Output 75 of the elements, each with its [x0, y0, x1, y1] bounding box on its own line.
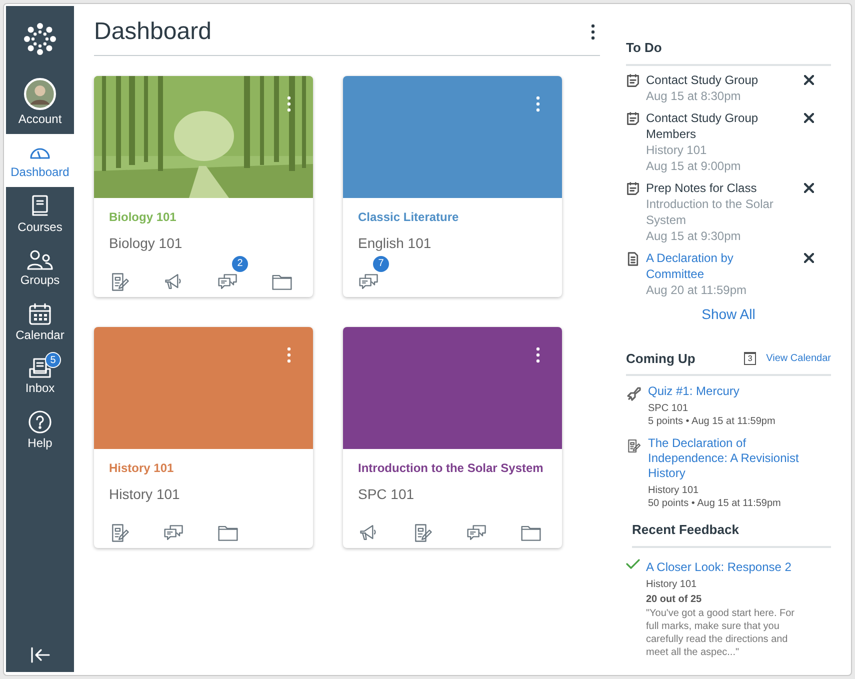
help-icon — [28, 410, 52, 434]
course-card[interactable]: Classic Literature English 101 7 — [343, 76, 562, 297]
due-date: Aug 15 at 8:30pm — [646, 88, 742, 104]
upcoming-link[interactable]: The Declaration of Independence: A Revisionist History — [648, 436, 800, 481]
due-details: 50 points • Aug 15 at 11:59pm — [648, 497, 782, 510]
feedback-comment: "You've got a good start here. For full marks, make sure that you carefully read the directions and meet all the aspec..." — [646, 606, 796, 658]
due-date: Aug 15 at 9:00pm — [646, 158, 742, 174]
nav-item[interactable]: Inbox 5 — [6, 350, 74, 403]
todo-title: Prep Notes for Class — [646, 180, 758, 196]
kebab-icon — [536, 96, 540, 112]
kebab-icon — [590, 23, 596, 42]
course-title[interactable]: History 101 — [109, 458, 174, 477]
nav-item[interactable]: Calendar — [6, 295, 74, 350]
due-date: Aug 20 at 11:59pm — [646, 282, 748, 298]
course-name: History 101 — [646, 142, 708, 158]
view-calendar-link[interactable]: 3 View Calendar — [744, 350, 831, 366]
assignment-icon[interactable] — [109, 270, 131, 293]
note-icon — [626, 182, 640, 196]
course-title[interactable]: Classic Literature — [358, 208, 459, 226]
book-icon — [29, 194, 51, 218]
todo-title: Contact Study Group Members — [646, 110, 760, 142]
page-title: Dashboard — [94, 18, 212, 47]
course-card[interactable]: Introduction to the Solar System SPC 101 — [343, 326, 562, 548]
nav-item[interactable]: Courses — [6, 187, 74, 242]
kebab-icon — [287, 346, 291, 363]
checkmark-icon — [626, 558, 640, 570]
due-date: Aug 15 at 9:30pm — [646, 228, 742, 244]
course-card[interactable]: History 101 History 101 — [94, 326, 313, 548]
course-name: History 101 — [648, 484, 700, 497]
avatar-icon — [24, 78, 56, 110]
logo-icon — [22, 21, 58, 57]
score: 20 out of 25 — [646, 592, 703, 606]
kebab-icon — [287, 96, 291, 112]
note-icon — [626, 74, 640, 88]
assignment-icon[interactable] — [109, 522, 131, 544]
close-icon — [804, 182, 814, 193]
assignment-icon — [626, 438, 642, 454]
calendar-date-icon: 3 — [744, 352, 756, 365]
rocket-icon — [626, 386, 642, 402]
nav-item[interactable]: Dashboard — [6, 134, 74, 187]
course-card[interactable]: Biology 101 Biology 101 2 — [94, 76, 313, 297]
course-code: History 101 — [109, 484, 181, 504]
upcoming-link[interactable]: Quiz #1: Mercury — [648, 384, 800, 399]
course-title[interactable]: Introduction to the Solar System — [358, 458, 544, 477]
people-icon — [26, 249, 54, 271]
course-code: English 101 — [358, 234, 432, 253]
nav-item[interactable]: Account — [6, 71, 74, 134]
close-icon — [804, 112, 814, 123]
course-name: History 101 — [646, 578, 698, 590]
show-all-link[interactable]: Show All — [626, 304, 831, 324]
count-badge: 2 — [232, 256, 248, 272]
kebab-icon — [536, 346, 540, 363]
nav-item[interactable]: Help — [6, 403, 74, 458]
assignment-icon[interactable] — [412, 522, 434, 544]
todo-title: Contact Study Group — [646, 72, 760, 88]
due-details: 5 points • Aug 15 at 11:59pm — [648, 415, 776, 428]
section-heading: Coming Up — [626, 350, 696, 368]
calendar-icon — [28, 302, 52, 326]
todo-link[interactable]: A Declaration by Committee — [646, 250, 786, 282]
close-icon — [804, 74, 814, 85]
inbox-icon — [28, 357, 52, 379]
course-code: SPC 101 — [358, 484, 416, 504]
course-name: Introduction to the Solar System — [646, 196, 774, 228]
nav-item[interactable]: Groups — [6, 242, 74, 295]
course-name: SPC 101 — [648, 402, 690, 415]
section-heading: Recent Feedback — [632, 520, 831, 548]
course-code: Biology 101 — [109, 234, 184, 253]
note-icon — [626, 112, 640, 126]
feedback-link[interactable]: A Closer Look: Response 2 — [646, 558, 798, 576]
document-icon — [626, 252, 640, 266]
count-badge: 5 — [45, 352, 61, 368]
count-badge: 7 — [373, 256, 389, 272]
close-icon — [804, 252, 814, 263]
collapse-icon — [29, 646, 51, 664]
section-heading: To Do — [626, 38, 831, 66]
